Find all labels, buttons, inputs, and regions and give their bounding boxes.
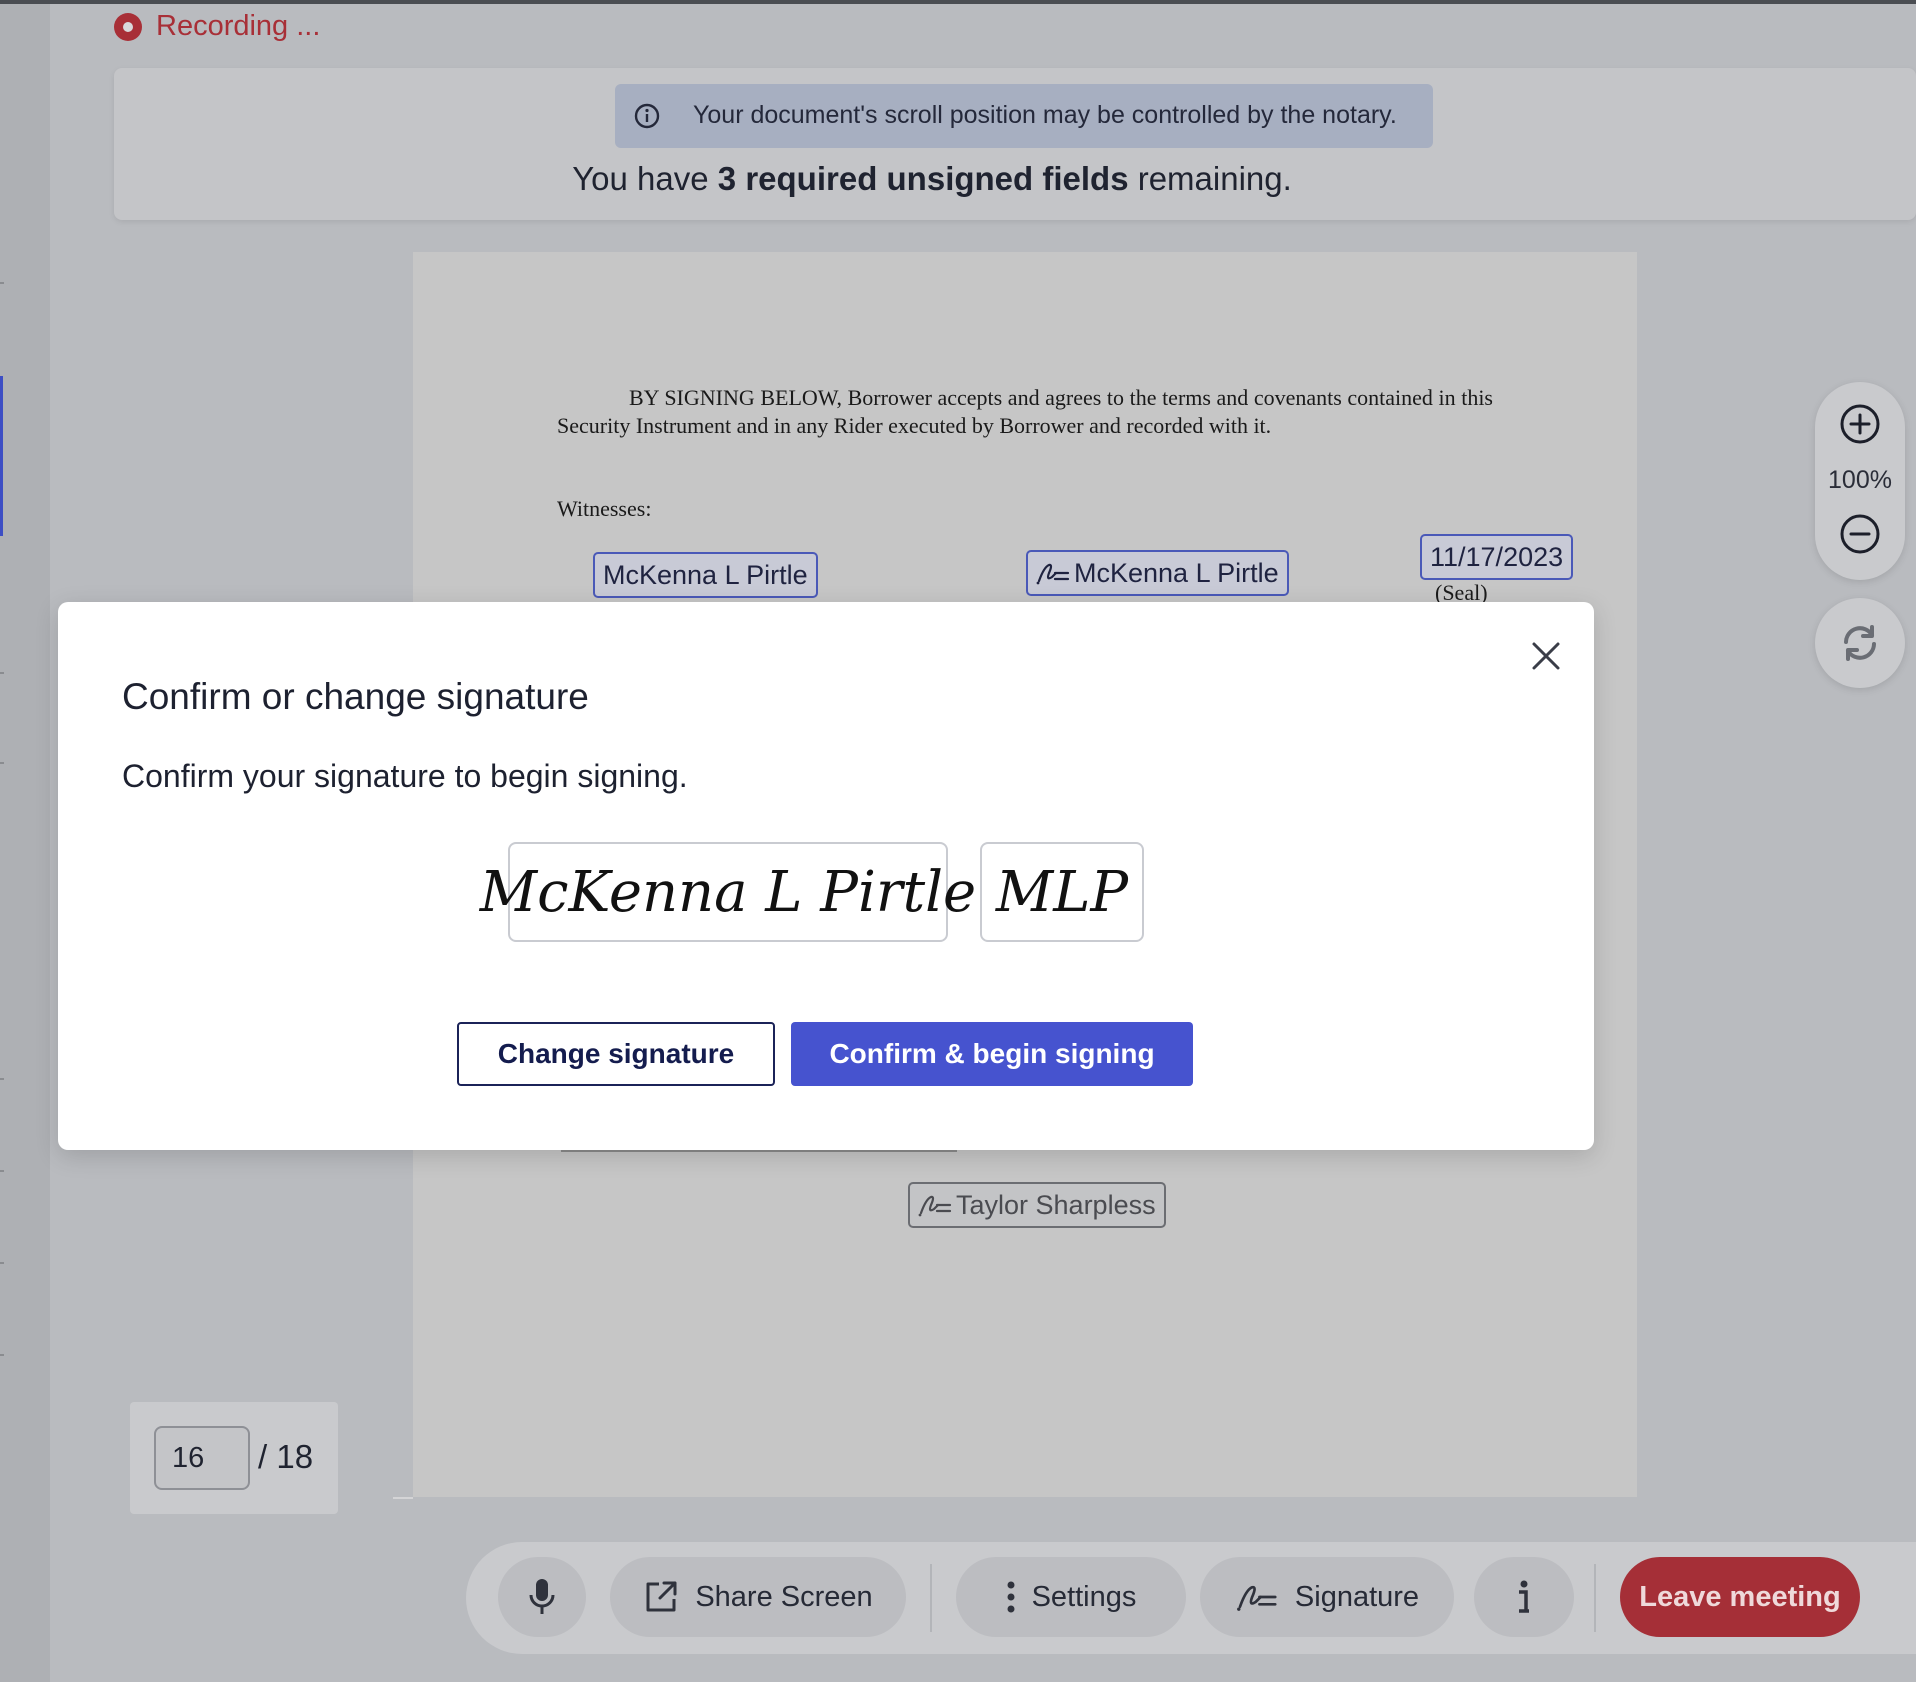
share-screen-label: Share Screen: [695, 1580, 873, 1613]
info-icon: [634, 103, 660, 129]
signature-icon: [1036, 563, 1070, 585]
page-number-input[interactable]: [154, 1426, 250, 1490]
page-total: / 18: [258, 1438, 314, 1475]
share-screen-icon: [646, 1581, 677, 1612]
signature-icon: [918, 1195, 952, 1217]
notice-panel: Your document's scroll position may be c…: [114, 68, 1916, 220]
remaining-prefix: You have: [572, 160, 718, 197]
witness-field-text: McKenna L Pirtle: [603, 559, 808, 590]
second-signature-text: Taylor Sharpless: [956, 1189, 1156, 1220]
settings-button[interactable]: Settings: [956, 1557, 1186, 1637]
zoom-in-icon[interactable]: [1838, 402, 1882, 446]
signature-button[interactable]: Signature: [1200, 1557, 1454, 1637]
signature-line: [561, 1150, 957, 1152]
rail-tick: [0, 762, 4, 764]
record-icon: [114, 12, 142, 41]
microphone-button[interactable]: [498, 1557, 586, 1637]
modal-title: Confirm or change signature: [122, 676, 589, 717]
scroll-control-notice: Your document's scroll position may be c…: [615, 84, 1433, 148]
document-paragraph: BY SIGNING BELOW, Borrower accepts and a…: [557, 385, 1493, 438]
sidebar-active-indicator: [0, 376, 3, 536]
signature-field-text: McKenna L Pirtle: [1074, 557, 1279, 588]
zoom-level: 100%: [1828, 466, 1892, 494]
top-border: [0, 0, 1916, 4]
refresh-icon: [1844, 625, 1876, 661]
toolbar-separator: [1594, 1564, 1596, 1632]
remaining-suffix: remaining.: [1128, 160, 1292, 197]
leave-meeting-button[interactable]: Leave meeting: [1620, 1557, 1860, 1637]
info-i-icon: [1519, 1580, 1529, 1613]
rail-tick: [0, 672, 4, 674]
rail-tick: [0, 1078, 4, 1080]
zoom-out-icon[interactable]: [1838, 512, 1882, 556]
confirm-signature-modal: Confirm or change signature Confirm your…: [58, 602, 1594, 1150]
date-field-text: 11/17/2023: [1430, 541, 1564, 572]
meeting-toolbar: Share Screen Settings Signature Leave me…: [466, 1542, 1916, 1654]
share-screen-button[interactable]: Share Screen: [610, 1557, 906, 1637]
modal-description: Confirm your signature to begin signing.: [122, 758, 688, 794]
remaining-count: 3 required unsigned fields: [717, 160, 1129, 197]
change-signature-button[interactable]: Change signature: [457, 1022, 775, 1086]
refresh-button[interactable]: [1815, 598, 1905, 688]
info-button[interactable]: [1474, 1557, 1574, 1637]
more-vertical-icon: [1007, 1581, 1015, 1613]
rail-tick: [0, 1170, 4, 1172]
recording-indicator: Recording ...: [114, 10, 320, 43]
initials-preview: MLP: [980, 842, 1144, 942]
witness-field[interactable]: McKenna L Pirtle: [593, 552, 818, 598]
remaining-fields-message: You have 3 required unsigned fields rema…: [114, 160, 1750, 198]
settings-label: Settings: [1031, 1580, 1137, 1613]
second-signature-field[interactable]: Taylor Sharpless: [908, 1182, 1166, 1228]
close-icon[interactable]: [1526, 636, 1566, 676]
signature-field[interactable]: McKenna L Pirtle: [1026, 550, 1289, 596]
recording-label: Recording ...: [156, 10, 321, 42]
left-sidebar-rail: [0, 4, 50, 1682]
initials-preview-text: MLP: [995, 859, 1129, 925]
confirm-begin-signing-button[interactable]: Confirm & begin signing: [791, 1022, 1193, 1086]
zoom-controls: 100%: [1815, 382, 1905, 580]
signature-preview-text: McKenna L Pirtle: [479, 859, 977, 925]
signature-preview: McKenna L Pirtle: [480, 842, 976, 942]
rail-tick: [0, 1354, 4, 1356]
microphone-icon: [529, 1579, 555, 1614]
scroll-notice-text: Your document's scroll position may be c…: [693, 101, 1397, 129]
date-field[interactable]: 11/17/2023: [1420, 534, 1574, 580]
rail-tick: [0, 282, 4, 284]
signature-icon: [1237, 1585, 1277, 1611]
witnesses-label: Witnesses:: [557, 496, 652, 521]
toolbar-separator: [930, 1564, 932, 1632]
page-navigator: / 18: [130, 1402, 338, 1514]
rail-tick: [0, 1262, 4, 1264]
signature-label: Signature: [1294, 1580, 1420, 1613]
